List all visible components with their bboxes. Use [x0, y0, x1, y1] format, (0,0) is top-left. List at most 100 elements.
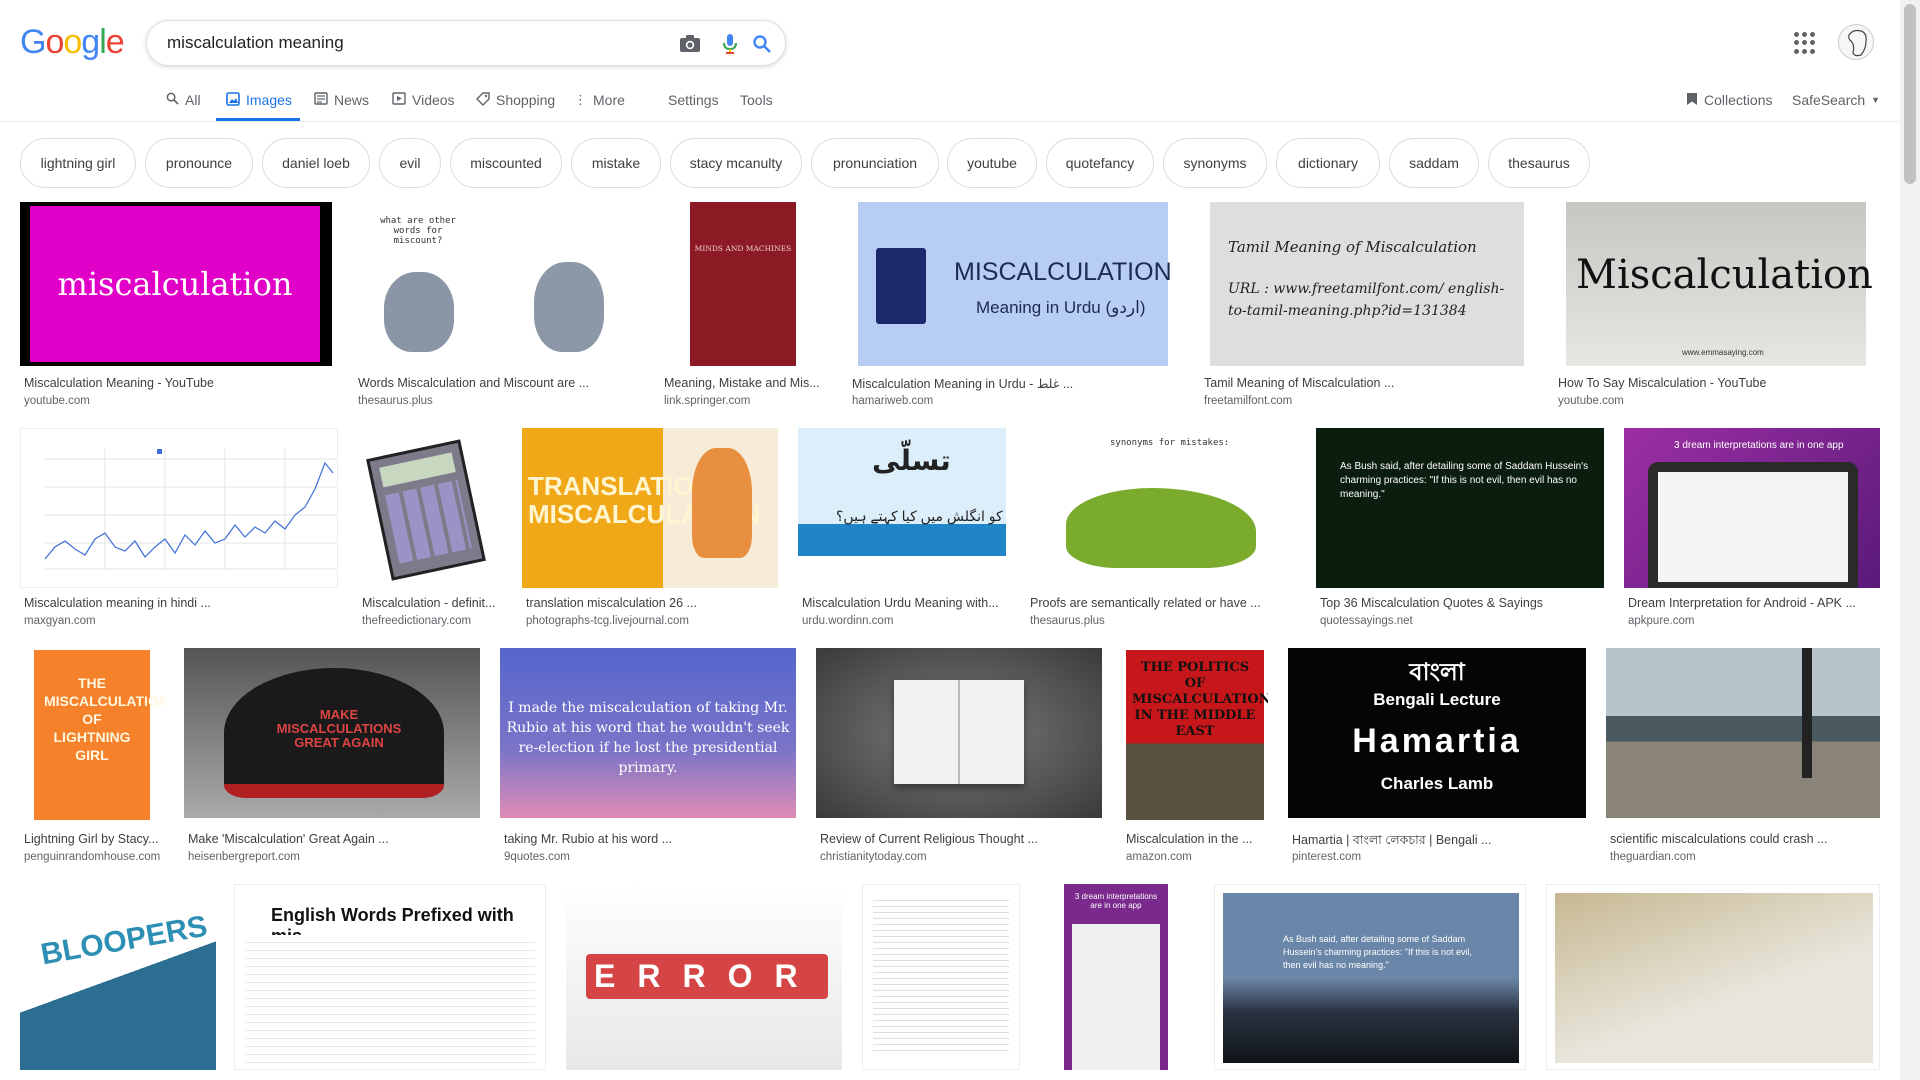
result-thumbnail[interactable]: synonyms for mistakes: [1026, 428, 1296, 588]
image-result[interactable]: MAKE MISCALCULATIONS GREAT AGAIN Make 'M… [184, 648, 480, 868]
result-title[interactable]: Meaning, Mistake and Mis... [664, 376, 824, 390]
result-thumbnail[interactable]: MISCALCULATION Meaning in Urdu (اردو) [848, 202, 1178, 366]
result-thumbnail[interactable]: As Bush said, after detailing some of Sa… [1214, 884, 1526, 1070]
image-result[interactable]: Tamil Meaning of Miscalculation URL : ww… [1200, 202, 1534, 412]
result-thumbnail[interactable] [816, 648, 1102, 818]
result-thumbnail[interactable] [20, 428, 338, 588]
chip[interactable]: pronounce [145, 138, 253, 188]
result-title[interactable]: Miscalculation meaning in hindi ... [24, 596, 324, 610]
chip[interactable]: miscounted [450, 138, 562, 188]
image-result[interactable]: As Bush said, after detailing some of Sa… [1214, 884, 1526, 1074]
result-title[interactable]: Miscalculation Meaning in Urdu - غلط ... [852, 376, 1172, 391]
image-result[interactable] [1546, 884, 1880, 1074]
result-thumbnail[interactable]: THE POLITICS OF MISCALCULATION IN THE MI… [1122, 648, 1268, 822]
collections-link[interactable]: Collections [1686, 90, 1772, 110]
google-logo[interactable]: Google [20, 24, 125, 60]
result-thumbnail[interactable]: বাংলা Bengali Lecture Hamartia Charles L… [1288, 648, 1586, 818]
tab-all[interactable]: All [166, 90, 201, 110]
result-thumbnail[interactable]: THE MISCALCULATIONS OF LIGHTNING GIRL [20, 648, 166, 822]
result-title[interactable]: Dream Interpretation for Android - APK .… [1628, 596, 1878, 610]
scrollbar[interactable] [1900, 0, 1920, 1080]
chip[interactable]: pronunciation [811, 138, 939, 188]
image-result[interactable]: THE POLITICS OF MISCALCULATION IN THE MI… [1122, 648, 1268, 868]
image-result[interactable]: BLOOPERS [20, 884, 216, 1074]
result-title[interactable]: How To Say Miscalculation - YouTube [1558, 376, 1858, 390]
tab-videos[interactable]: Videos [392, 90, 455, 110]
safesearch-menu[interactable]: SafeSearch ▼ [1792, 90, 1880, 110]
image-result[interactable] [862, 884, 1020, 1074]
image-result[interactable]: TRANSLATION MISCALCULATION translation m… [522, 428, 778, 628]
chip[interactable]: youtube [947, 138, 1037, 188]
chip[interactable]: quotefancy [1046, 138, 1154, 188]
result-thumbnail[interactable]: BLOOPERS [20, 884, 216, 1070]
result-title[interactable]: Tamil Meaning of Miscalculation ... [1204, 376, 1524, 390]
tab-more[interactable]: ⋮ More [574, 90, 625, 110]
result-title[interactable]: taking Mr. Rubio at his word ... [504, 832, 794, 846]
image-result[interactable]: 3 dream interpretations are in one app [1040, 884, 1194, 1074]
search-icon[interactable] [749, 31, 775, 57]
image-result[interactable]: MINDS AND MACHINES Meaning, Mistake and … [660, 202, 826, 412]
result-thumbnail[interactable]: MAKE MISCALCULATIONS GREAT AGAIN [184, 648, 480, 818]
image-result[interactable]: scientific miscalculations could crash .… [1606, 648, 1880, 868]
result-thumbnail[interactable] [862, 884, 1020, 1070]
image-result[interactable]: As Bush said, after detailing some of Sa… [1316, 428, 1604, 628]
result-title[interactable]: scientific miscalculations could crash .… [1610, 832, 1880, 846]
result-thumbnail[interactable] [1546, 884, 1880, 1070]
tab-shopping[interactable]: Shopping [476, 90, 555, 110]
microphone-icon[interactable] [717, 31, 743, 57]
search-input[interactable] [167, 33, 607, 53]
image-result[interactable]: 3 dream interpretations are in one app D… [1624, 428, 1880, 628]
scrollbar-thumb[interactable] [1904, 4, 1916, 184]
image-result[interactable]: Miscalculation - definit... thefreedicti… [358, 428, 504, 628]
chip[interactable]: lightning girl [20, 138, 136, 188]
image-result[interactable]: synonyms for mistakes: Proofs are semant… [1026, 428, 1296, 628]
result-thumbnail[interactable] [358, 428, 504, 588]
result-title[interactable]: Miscalculation Meaning - YouTube [24, 376, 324, 390]
chip[interactable]: daniel loeb [262, 138, 370, 188]
image-result[interactable]: MISCALCULATION Meaning in Urdu (اردو) Mi… [848, 202, 1178, 412]
avatar[interactable] [1838, 24, 1874, 60]
result-thumbnail[interactable]: 3 dream interpretations are in one app [1040, 884, 1194, 1070]
result-thumbnail[interactable]: miscalculation [20, 202, 332, 366]
result-thumbnail[interactable]: MINDS AND MACHINES [660, 202, 826, 366]
result-title[interactable]: translation miscalculation 26 ... [526, 596, 776, 610]
result-thumbnail[interactable]: 3 dream interpretations are in one app [1624, 428, 1880, 588]
image-result[interactable]: miscalculation Miscalculation Meaning - … [20, 202, 332, 412]
chip[interactable]: thesaurus [1488, 138, 1590, 188]
image-result[interactable]: ERROR [566, 884, 842, 1074]
result-thumbnail[interactable]: I made the miscalculation of taking Mr. … [500, 648, 796, 818]
result-title[interactable]: Hamartia | বাংলা লেকচার | Bengali ... [1292, 832, 1582, 852]
apps-grid-icon[interactable] [1794, 32, 1816, 54]
result-title[interactable]: Miscalculation in the ... [1126, 832, 1266, 846]
chip[interactable]: synonyms [1163, 138, 1267, 188]
result-title[interactable]: Miscalculation Urdu Meaning with... [802, 596, 1002, 610]
tools-link[interactable]: Tools [740, 90, 773, 110]
result-thumbnail[interactable]: what are other words for miscount? [354, 202, 640, 366]
image-result[interactable]: تسلّی کو انگلش میں کیا کہتے ہیں؟ Miscalc… [798, 428, 1006, 628]
chip[interactable]: evil [379, 138, 441, 188]
chip[interactable]: dictionary [1276, 138, 1380, 188]
camera-icon[interactable] [677, 31, 703, 57]
chip[interactable]: mistake [571, 138, 661, 188]
result-thumbnail[interactable] [1606, 648, 1880, 818]
tab-images[interactable]: Images [226, 90, 292, 110]
image-result[interactable]: I made the miscalculation of taking Mr. … [500, 648, 796, 868]
image-result[interactable]: Miscalculation meaning in hindi ... maxg… [20, 428, 338, 628]
result-title[interactable]: Lightning Girl by Stacy... [24, 832, 164, 846]
image-result[interactable]: Miscalculation www.emmasaying.com How To… [1554, 202, 1878, 412]
image-result[interactable]: what are other words for miscount? Words… [354, 202, 640, 412]
chip[interactable]: stacy mcanulty [670, 138, 802, 188]
result-title[interactable]: Top 36 Miscalculation Quotes & Sayings [1320, 596, 1600, 610]
result-title[interactable]: Proofs are semantically related or have … [1030, 596, 1290, 610]
image-result[interactable]: Review of Current Religious Thought ... … [816, 648, 1102, 868]
result-thumbnail[interactable]: Tamil Meaning of Miscalculation URL : ww… [1200, 202, 1534, 366]
result-thumbnail[interactable]: ERROR [566, 884, 842, 1070]
settings-link[interactable]: Settings [668, 90, 719, 110]
result-title[interactable]: Review of Current Religious Thought ... [820, 832, 1100, 846]
result-thumbnail[interactable]: Miscalculation www.emmasaying.com [1554, 202, 1878, 366]
result-title[interactable]: Make 'Miscalculation' Great Again ... [188, 832, 478, 846]
result-title[interactable]: Words Miscalculation and Miscount are ..… [358, 376, 638, 390]
tab-news[interactable]: News [314, 90, 369, 110]
result-thumbnail[interactable]: TRANSLATION MISCALCULATION [522, 428, 778, 588]
result-thumbnail[interactable]: English Words Prefixed with mis- [234, 884, 546, 1070]
